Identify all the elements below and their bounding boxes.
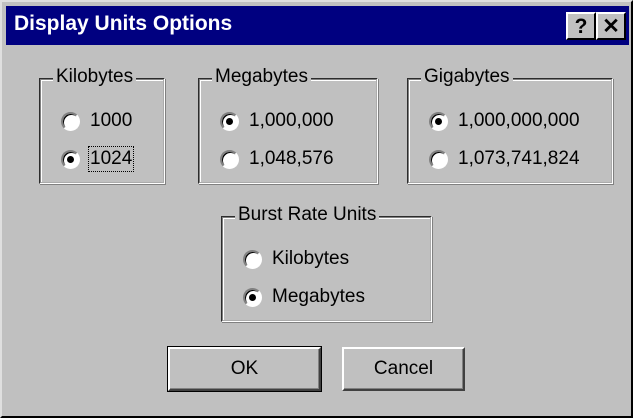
radio-gb-1000000000-indicator[interactable]	[429, 111, 448, 131]
help-button[interactable]: ?	[566, 12, 596, 40]
gigabytes-group: Gigabytes 1,000,000,000 1,073,741,824	[407, 66, 613, 184]
display-units-dialog: Display Units Options ? ✕ Kilobytes 1000…	[0, 0, 633, 418]
title-bar[interactable]: Display Units Options ? ✕	[6, 6, 629, 45]
radio-burst-megabytes-label: Megabytes	[272, 286, 365, 307]
megabytes-legend: Megabytes	[212, 66, 311, 88]
ok-button-label: OK	[230, 358, 259, 379]
window-title: Display Units Options	[14, 12, 233, 35]
cancel-button-label: Cancel	[373, 358, 434, 379]
radio-burst-kilobytes-indicator[interactable]	[243, 249, 262, 269]
kilobytes-legend: Kilobytes	[53, 66, 137, 88]
radio-kb-1024-label: 1024	[87, 146, 135, 172]
radio-burst-kilobytes-label: Kilobytes	[272, 248, 350, 269]
burst-rate-group: Burst Rate Units Kilobytes Megabytes	[221, 204, 432, 322]
ok-button[interactable]: OK	[167, 346, 322, 392]
radio-gb-1000000000[interactable]: 1,000,000,000	[429, 110, 580, 132]
radio-mb-1048576[interactable]: 1,048,576	[220, 148, 334, 170]
radio-kb-1000-label: 1000	[90, 110, 133, 131]
radio-burst-megabytes-indicator[interactable]	[243, 287, 262, 307]
cancel-button[interactable]: Cancel	[342, 347, 465, 391]
radio-kb-1000-indicator[interactable]	[61, 111, 80, 131]
radio-burst-kilobytes[interactable]: Kilobytes	[243, 248, 349, 270]
help-icon: ?	[574, 14, 588, 38]
radio-gb-1073741824[interactable]: 1,073,741,824	[429, 148, 580, 170]
radio-gb-1000000000-label: 1,000,000,000	[458, 110, 580, 131]
radio-mb-1000000-label: 1,000,000	[249, 110, 334, 131]
megabytes-group: Megabytes 1,000,000 1,048,576	[198, 66, 378, 184]
radio-mb-1000000[interactable]: 1,000,000	[220, 110, 334, 132]
radio-kb-1000[interactable]: 1000	[61, 110, 132, 132]
radio-gb-1073741824-indicator[interactable]	[429, 149, 448, 169]
radio-mb-1048576-indicator[interactable]	[220, 149, 239, 169]
close-button[interactable]: ✕	[596, 12, 626, 40]
burst-rate-legend: Burst Rate Units	[235, 204, 380, 226]
radio-burst-megabytes[interactable]: Megabytes	[243, 286, 365, 308]
radio-mb-1048576-label: 1,048,576	[249, 148, 334, 169]
radio-kb-1024[interactable]: 1024	[61, 146, 135, 172]
radio-mb-1000000-indicator[interactable]	[220, 111, 239, 131]
close-icon: ✕	[602, 14, 620, 38]
gigabytes-legend: Gigabytes	[421, 66, 513, 88]
kilobytes-group: Kilobytes 1000 1024	[39, 66, 165, 184]
radio-gb-1073741824-label: 1,073,741,824	[458, 148, 580, 169]
radio-kb-1024-indicator[interactable]	[61, 149, 80, 169]
